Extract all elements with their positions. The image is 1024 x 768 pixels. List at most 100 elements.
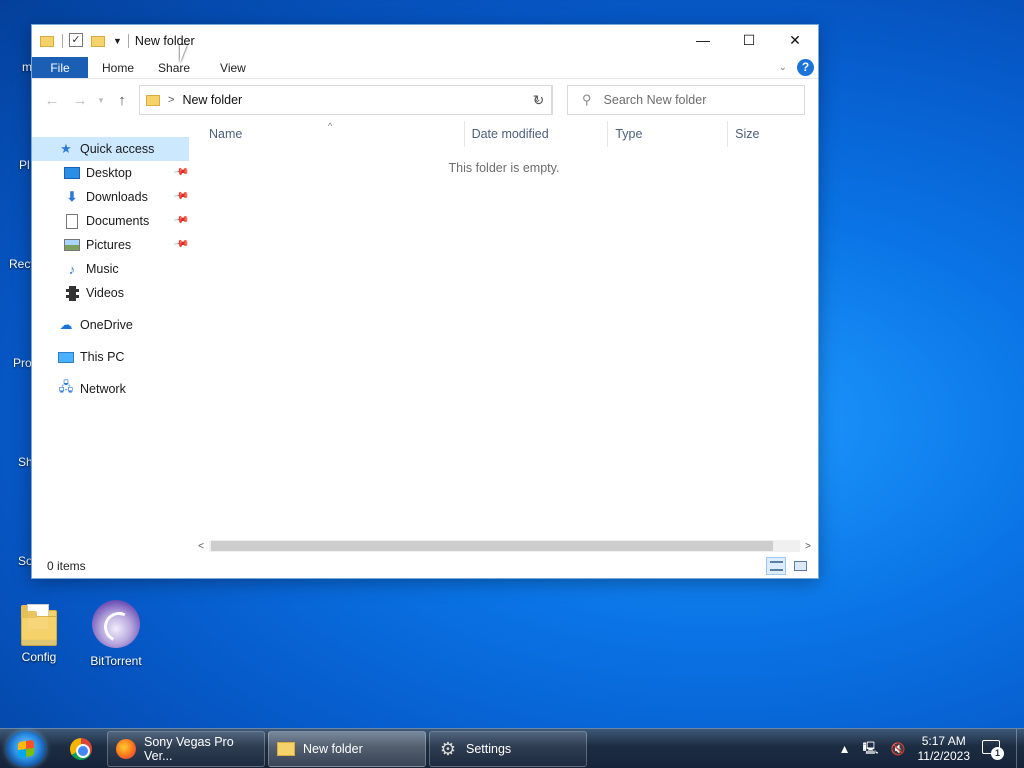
taskbar-task-settings[interactable]: ⚙ Settings xyxy=(429,731,587,767)
refresh-icon[interactable]: ↻ xyxy=(525,85,553,115)
column-header-size[interactable]: Size xyxy=(728,121,808,147)
properties-icon[interactable]: ✓ xyxy=(69,33,85,49)
sidebar-item-label: This PC xyxy=(80,350,125,364)
new-folder-icon[interactable] xyxy=(91,33,107,49)
empty-folder-message: This folder is empty. xyxy=(448,161,560,175)
column-header-label: Name xyxy=(209,127,243,141)
details-view-button[interactable] xyxy=(766,557,786,575)
breadcrumb-separator-icon[interactable]: > xyxy=(168,94,174,106)
column-header-name[interactable]: ^ Name xyxy=(193,121,465,147)
sidebar-item-label: Network xyxy=(80,382,126,396)
task-label: New folder xyxy=(303,742,363,756)
horizontal-scrollbar[interactable]: < > xyxy=(193,538,816,554)
column-header-date-modified[interactable]: Date modified xyxy=(465,121,609,147)
chrome-icon xyxy=(70,738,92,760)
pin-icon[interactable]: 📌 xyxy=(173,164,190,180)
sidebar-item-label: Documents xyxy=(86,214,150,228)
desktop-label-partial: m xyxy=(22,60,32,74)
recent-locations-icon[interactable]: ▼ xyxy=(94,96,108,105)
star-icon: ★ xyxy=(60,141,72,156)
firefox-icon xyxy=(116,739,136,759)
clock[interactable]: 5:17 AM 11/2/2023 xyxy=(918,734,971,764)
tab-file[interactable]: File xyxy=(32,57,88,78)
desktop-label-partial: Pl xyxy=(19,158,30,172)
sidebar-item-pictures[interactable]: Pictures 📌 xyxy=(32,233,192,257)
large-icons-view-button[interactable] xyxy=(790,557,810,575)
ribbon-tabs: File Home Share View ⌄ ? xyxy=(32,57,818,79)
pin-icon[interactable]: 📌 xyxy=(173,188,190,204)
sidebar-item-label: Videos xyxy=(86,286,124,300)
folder-icon xyxy=(19,602,59,646)
desktop-icon-bittorrent[interactable]: BitTorrent xyxy=(80,600,152,668)
scroll-left-icon[interactable]: < xyxy=(193,541,209,552)
close-button[interactable]: ✕ xyxy=(772,25,818,55)
navigation-bar: ← → ▼ ↑ > New folder ⌄ ↻ ⚲ xyxy=(32,79,818,121)
help-icon[interactable]: ? xyxy=(797,59,814,76)
taskbar-task-new-folder[interactable]: New folder xyxy=(268,731,426,767)
customize-quick-access-icon[interactable]: ▼ xyxy=(113,36,122,46)
sidebar-item-label: Quick access xyxy=(80,142,155,156)
sidebar-item-quick-access[interactable]: ★ Quick access xyxy=(32,137,189,161)
music-icon: ♪ xyxy=(68,261,76,277)
item-count: 0 items xyxy=(47,559,86,573)
bittorrent-icon xyxy=(92,600,140,648)
cloud-icon: ☁ xyxy=(59,317,73,332)
breadcrumb-item[interactable]: New folder xyxy=(182,93,242,107)
action-center-button[interactable]: 1 xyxy=(980,738,1006,760)
scroll-track[interactable] xyxy=(209,540,800,552)
show-hidden-icons-icon[interactable]: ▲ xyxy=(839,742,851,756)
desktop-icon-config[interactable]: Config xyxy=(3,602,75,664)
download-icon: ⬇ xyxy=(66,189,78,204)
sidebar-item-videos[interactable]: Videos xyxy=(32,281,192,305)
column-header-label: Type xyxy=(615,127,643,141)
pictures-icon xyxy=(64,237,80,253)
scroll-thumb[interactable] xyxy=(211,541,773,551)
divider xyxy=(62,34,63,48)
tab-home[interactable]: Home xyxy=(88,57,146,78)
sidebar-item-label: Pictures xyxy=(86,238,132,252)
folder-icon xyxy=(40,33,56,49)
folder-icon xyxy=(146,94,160,106)
notification-badge: 1 xyxy=(991,747,1004,760)
sidebar-item-label: Downloads xyxy=(86,190,148,204)
network-icon: 🖧 xyxy=(58,379,74,394)
pin-icon[interactable]: 📌 xyxy=(173,236,190,252)
show-desktop-button[interactable] xyxy=(1016,729,1024,768)
clock-date: 11/2/2023 xyxy=(917,749,971,763)
sidebar-item-onedrive[interactable]: ☁ OneDrive xyxy=(32,313,192,337)
title-bar[interactable]: ✓ ▼ New folder — ☐ ✕ xyxy=(32,25,818,57)
taskbar-task-sony-vegas[interactable]: Sony Vegas Pro Ver... xyxy=(107,731,265,767)
desktop-label-partial: Sh xyxy=(18,455,33,469)
volume-muted-icon[interactable]: 🔇 xyxy=(891,742,906,756)
sidebar-item-music[interactable]: ♪ Music xyxy=(32,257,192,281)
sidebar-item-this-pc[interactable]: This PC xyxy=(32,345,192,369)
desktop-icon xyxy=(64,165,80,181)
column-header-row: ^ Name Date modified Type Size xyxy=(193,121,808,147)
sidebar-item-network[interactable]: 🖧 Network xyxy=(32,377,192,401)
scroll-right-icon[interactable]: > xyxy=(800,541,816,552)
network-status-icon[interactable]: 🖳 xyxy=(863,739,879,760)
expand-ribbon-icon[interactable]: ⌄ xyxy=(779,62,787,73)
chrome-taskbar-button[interactable] xyxy=(66,735,96,763)
column-header-type[interactable]: Type xyxy=(608,121,729,147)
search-box[interactable]: ⚲ xyxy=(567,85,805,115)
file-list[interactable]: ^ Name Date modified Type Size This fold… xyxy=(193,121,818,558)
sidebar-item-downloads[interactable]: ⬇ Downloads 📌 xyxy=(32,185,192,209)
search-input[interactable] xyxy=(603,93,794,107)
system-tray: ▲ 🖳 🔇 5:17 AM 11/2/2023 1 xyxy=(833,729,1024,768)
minimize-button[interactable]: — xyxy=(680,25,726,55)
sidebar-item-desktop[interactable]: Desktop 📌 xyxy=(32,161,192,185)
start-button[interactable] xyxy=(6,731,46,767)
forward-arrow-icon[interactable]: → xyxy=(66,92,94,109)
back-arrow-icon[interactable]: ← xyxy=(38,92,66,109)
tab-share[interactable]: Share xyxy=(146,57,202,78)
folder-icon xyxy=(277,742,295,756)
taskbar: Sony Vegas Pro Ver... New folder ⚙ Setti… xyxy=(0,728,1024,768)
sidebar-item-documents[interactable]: Documents 📌 xyxy=(32,209,192,233)
up-arrow-icon[interactable]: ↑ xyxy=(108,92,136,109)
tab-view[interactable]: View xyxy=(202,57,258,78)
address-bar[interactable]: > New folder ⌄ xyxy=(139,85,553,115)
pin-icon[interactable]: 📌 xyxy=(173,212,190,228)
documents-icon xyxy=(64,213,80,229)
maximize-button[interactable]: ☐ xyxy=(726,25,772,55)
